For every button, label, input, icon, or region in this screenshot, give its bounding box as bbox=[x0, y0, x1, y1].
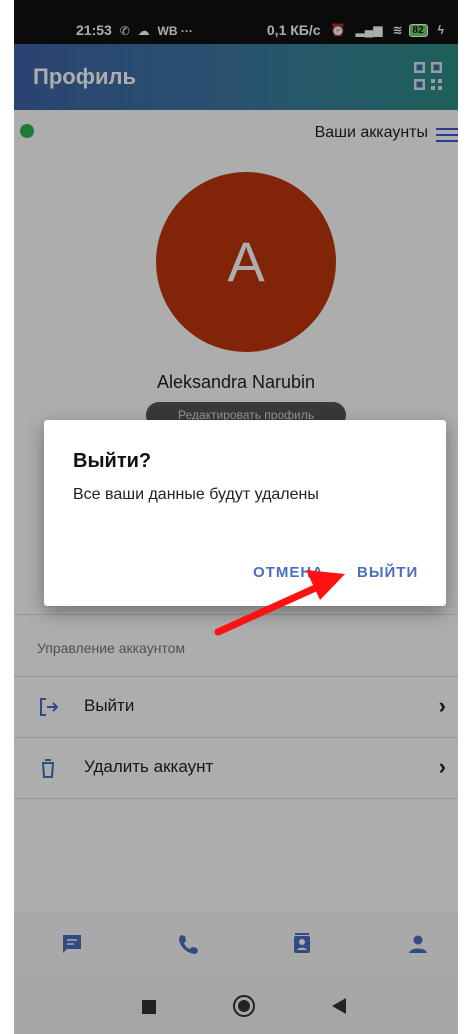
cancel-button[interactable]: ОТМЕНА bbox=[253, 564, 324, 581]
confirm-logout-button[interactable]: ВЫЙТИ bbox=[357, 564, 418, 581]
logout-dialog: Выйти? Все ваши данные будут удалены ОТМ… bbox=[44, 420, 446, 606]
dialog-title: Выйти? bbox=[73, 450, 152, 472]
phone-screen: 21:53 ✆ ☁ WB ··· 0,1 КБ/с ⏰ ▂▄▆ ≋ 82 ϟ П… bbox=[14, 0, 458, 1034]
dialog-message: Все ваши данные будут удалены bbox=[73, 486, 319, 503]
